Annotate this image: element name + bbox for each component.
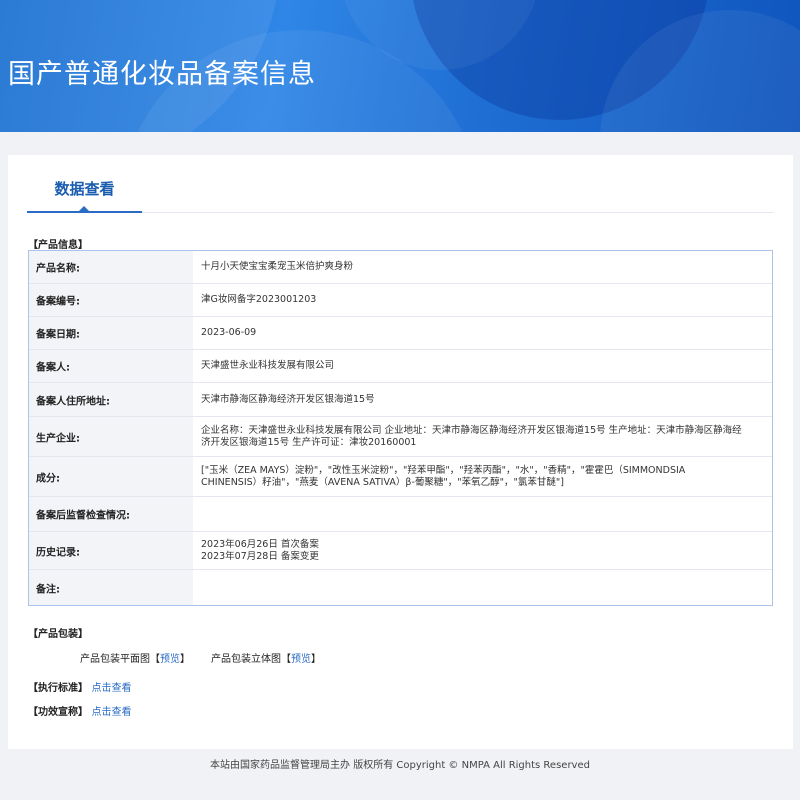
product-info-table: 产品名称: 十月小天使宝宝柔宠玉米倍护爽身粉 备案编号: 津G妆网备字20230… xyxy=(28,250,773,606)
row-value: 2023年06月26日 首次备案 2023年07月28日 备案变更 xyxy=(201,538,319,562)
bracket: 【 xyxy=(281,654,291,665)
package-flat-item: 产品包装平面图【预览】 xyxy=(80,650,190,665)
efficacy-heading: 【功效宣称】 点击查看 xyxy=(28,707,132,718)
row-value: 2023-06-09 xyxy=(201,327,257,338)
row-label: 备案编号: xyxy=(36,296,80,308)
row-label: 备案后监督检查情况: xyxy=(36,510,130,522)
row-value: 津G妆网备字2023001203 xyxy=(201,294,317,305)
row-label: 备案人住所地址: xyxy=(36,396,110,407)
bracket: 【 xyxy=(150,654,160,665)
footer-copyright: 本站由国家药品监督管理局主办 版权所有 Copyright © NMPA All… xyxy=(210,760,590,771)
page-title: 国产普通化妆品备案信息 xyxy=(8,59,316,90)
table-row: 备案人: 天津盛世永业科技发展有限公司 xyxy=(29,350,772,383)
row-label: 备案日期: xyxy=(36,329,80,341)
bracket: 】 xyxy=(180,654,190,665)
row-label: 备案人: xyxy=(36,362,70,374)
table-row: 产品名称: 十月小天使宝宝柔宠玉米倍护爽身粉 xyxy=(29,251,772,284)
efficacy-view-link[interactable]: 点击查看 xyxy=(91,707,131,718)
preview-solid-link[interactable]: 预览 xyxy=(291,654,311,665)
row-value: ["玉米（ZEA MAYS）淀粉"，"改性玉米淀粉"，"羟苯甲酯"，"羟苯丙酯"… xyxy=(201,464,686,488)
row-value: 天津盛世永业科技发展有限公司 xyxy=(201,360,335,371)
table-row: 备案编号: 津G妆网备字2023001203 xyxy=(29,284,772,317)
packaging-heading: 【产品包装】 xyxy=(28,629,88,640)
header-banner: 国产普通化妆品备案信息 xyxy=(0,0,800,132)
standard-view-link[interactable]: 点击查看 xyxy=(91,683,131,694)
table-row: 备案日期: 2023-06-09 xyxy=(29,317,772,350)
tab-label: 数据查看 xyxy=(54,180,115,198)
table-row: 备注: xyxy=(29,570,772,605)
tab-bar: 数据查看 xyxy=(27,155,774,213)
tab-data-view[interactable]: 数据查看 xyxy=(27,155,142,213)
row-value: 天津市静海区静海经济开发区银海道15号 xyxy=(201,393,375,405)
caret-up-icon xyxy=(78,206,90,212)
row-value: 十月小天使宝宝柔宠玉米倍护爽身粉 xyxy=(201,261,354,272)
row-label: 历史记录: xyxy=(36,547,80,558)
table-row: 备案人住所地址: 天津市静海区静海经济开发区银海道15号 xyxy=(29,383,772,417)
standard-heading: 【执行标准】 点击查看 xyxy=(28,683,132,694)
row-value: 企业名称：天津盛世永业科技发展有限公司 企业地址：天津市静海区静海经济开发区银海… xyxy=(201,424,742,448)
row-label: 生产企业: xyxy=(36,433,80,444)
product-info-heading: 【产品信息】 xyxy=(28,240,88,251)
row-label: 产品名称: xyxy=(36,263,80,275)
package-flat-label: 产品包装平面图 xyxy=(80,654,150,665)
package-solid-label: 产品包装立体图 xyxy=(211,654,281,665)
row-label: 备注: xyxy=(36,584,60,595)
table-row: 备案后监督检查情况: xyxy=(29,497,772,532)
table-row: 成分: ["玉米（ZEA MAYS）淀粉"，"改性玉米淀粉"，"羟苯甲酯"，"羟… xyxy=(29,457,772,497)
content-card: 数据查看 【产品信息】 产品名称: 十月小天使宝宝柔宠玉米倍护爽身粉 备案编号:… xyxy=(8,155,793,749)
row-label: 成分: xyxy=(36,473,60,484)
package-solid-item: 产品包装立体图【预览】 xyxy=(211,650,321,665)
table-row: 历史记录: 2023年06月26日 首次备案 2023年07月28日 备案变更 xyxy=(29,532,772,570)
bracket: 】 xyxy=(311,654,321,665)
preview-flat-link[interactable]: 预览 xyxy=(160,654,180,665)
table-row: 生产企业: 企业名称：天津盛世永业科技发展有限公司 企业地址：天津市静海区静海经… xyxy=(29,417,772,457)
